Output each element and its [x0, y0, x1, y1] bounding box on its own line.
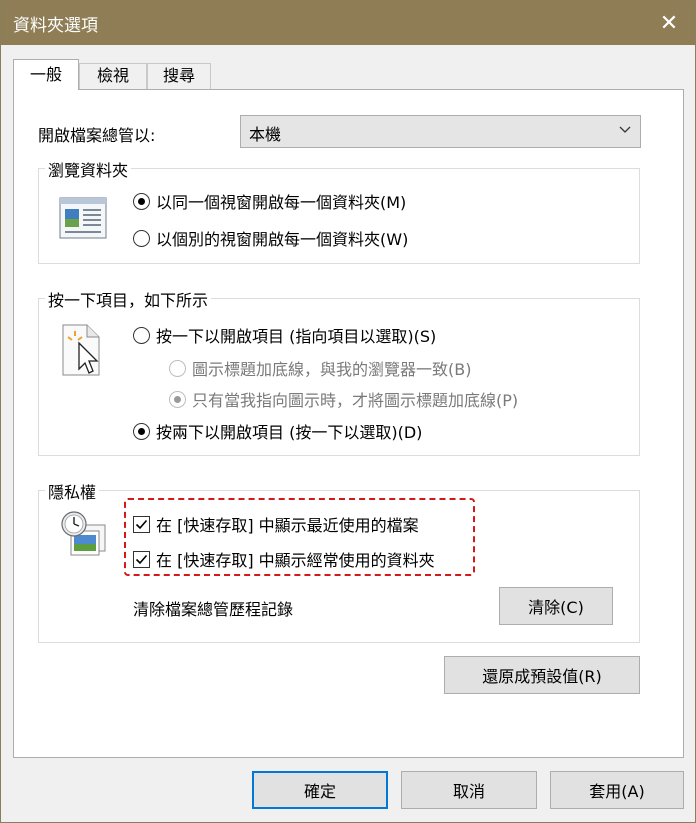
tab-general[interactable]: 一般	[13, 59, 79, 90]
radio-open-same-window-indicator	[133, 192, 150, 210]
clear-history-button-label: 清除(C)	[528, 598, 584, 617]
radio-single-click-label: 按一下以開啟項目 (指向項目以選取)(S)	[156, 327, 437, 346]
radio-double-click-indicator	[133, 422, 150, 440]
radio-double-click[interactable]: 按兩下以開啟項目 (按一下以選取)(D)	[133, 419, 422, 443]
open-explorer-select[interactable]: 本機	[240, 115, 641, 148]
privacy-title: 隱私權	[45, 479, 100, 503]
title-bar: 資料夾選項 ✕	[1, 1, 695, 45]
ok-button-label: 確定	[303, 782, 336, 801]
click-items-title: 按一下項目，如下所示	[45, 287, 212, 311]
browse-folders-group: 瀏覽資料夾 以同一個視窗開啟每一個資料夾(M) 以個別的視窗開啟每一個資料夾(W…	[38, 157, 640, 264]
tab-view-label: 檢視	[96, 66, 129, 85]
close-icon[interactable]: ✕	[651, 5, 687, 41]
radio-underline-browser-label: 圖示標題加底線，與我的瀏覽器一致(B)	[192, 360, 472, 379]
restore-defaults-button-label: 還原成預設值(R)	[482, 667, 602, 686]
tab-search[interactable]: 搜尋	[147, 63, 211, 89]
chevron-down-icon	[619, 126, 631, 133]
general-tab-panel: 開啟檔案總管以: 本機 瀏覽資料夾 以同一個視窗開啟每一個資料夾(M) 以個別的…	[13, 89, 684, 758]
tab-search-label: 搜尋	[162, 66, 195, 85]
cancel-button-label: 取消	[452, 782, 485, 801]
window-title: 資料夾選項	[13, 16, 98, 36]
tab-view[interactable]: 檢視	[79, 63, 147, 89]
radio-single-click[interactable]: 按一下以開啟項目 (指向項目以選取)(S)	[133, 323, 436, 347]
open-explorer-value: 本機	[249, 125, 282, 144]
radio-underline-point-label: 只有當我指向圖示時，才將圖示標題加底線(P)	[192, 391, 519, 410]
radio-underline-browser-indicator	[169, 359, 186, 377]
radio-single-click-indicator	[133, 326, 150, 344]
apply-button[interactable]: 套用(A)	[550, 771, 684, 809]
radio-open-same-window-label: 以同一個視窗開啟每一個資料夾(M)	[156, 193, 407, 212]
cancel-button[interactable]: 取消	[401, 771, 537, 809]
ok-button[interactable]: 確定	[252, 771, 388, 809]
radio-open-new-window-label: 以個別的視窗開啟每一個資料夾(W)	[156, 230, 409, 249]
radio-open-new-window[interactable]: 以個別的視窗開啟每一個資料夾(W)	[133, 226, 408, 250]
radio-open-new-window-indicator	[133, 229, 150, 247]
browse-folders-title: 瀏覽資料夾	[45, 157, 132, 181]
restore-defaults-button[interactable]: 還原成預設值(R)	[444, 656, 640, 694]
tab-general-label: 一般	[29, 65, 62, 84]
folder-options-dialog: 資料夾選項 ✕ 一般 檢視 搜尋 開啟檔案總管以: 本機 瀏覽資料夾 以同一個視…	[0, 0, 696, 823]
cursor-file-icon	[62, 324, 100, 376]
privacy-checkbox-highlight	[124, 498, 475, 576]
radio-underline-browser[interactable]: 圖示標題加底線，與我的瀏覽器一致(B)	[169, 356, 471, 380]
radio-underline-point-indicator	[169, 390, 186, 408]
clear-history-label: 清除檔案總管歷程記錄	[133, 600, 294, 619]
radio-underline-point[interactable]: 只有當我指向圖示時，才將圖示標題加底線(P)	[169, 387, 518, 411]
click-items-group: 按一下項目，如下所示 按一下以開啟項目 (指向項目以選取)(S) 圖示標題加底線…	[38, 287, 640, 456]
open-explorer-label: 開啟檔案總管以:	[38, 126, 156, 145]
radio-open-same-window[interactable]: 以同一個視窗開啟每一個資料夾(M)	[133, 189, 406, 213]
apply-button-label: 套用(A)	[589, 782, 645, 801]
clock-files-icon	[61, 511, 106, 556]
clear-history-button[interactable]: 清除(C)	[499, 587, 613, 625]
folder-window-icon	[59, 197, 107, 239]
radio-double-click-label: 按兩下以開啟項目 (按一下以選取)(D)	[156, 423, 423, 442]
